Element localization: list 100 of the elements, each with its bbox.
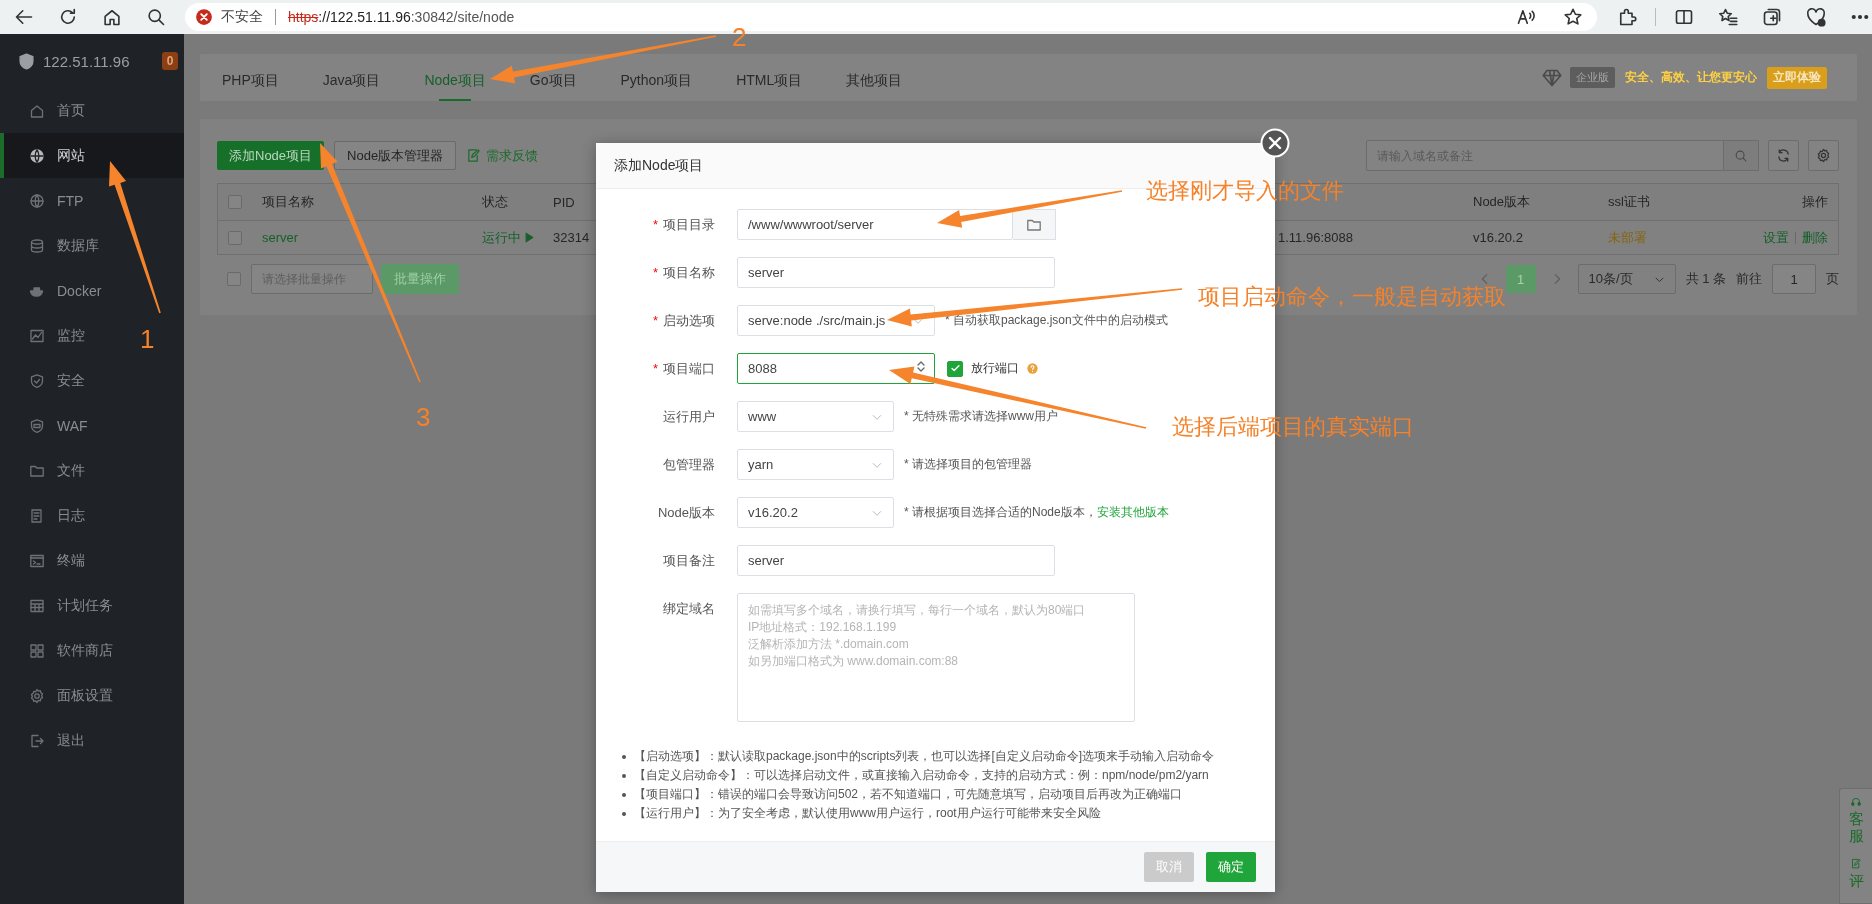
bullet-icon [622, 792, 626, 797]
table-cell-text: 未部署 [1608, 228, 1648, 247]
search-icon [1734, 148, 1748, 163]
sidebar-item[interactable]: 计划任务 [0, 583, 123, 628]
promo-slogan: 安全、高效、让您更安心 [1625, 69, 1757, 86]
tab[interactable]: PHP项目 [200, 54, 301, 101]
bullet-icon [622, 754, 626, 759]
logout-icon [29, 732, 45, 749]
notification-badge[interactable]: 0 [162, 52, 178, 70]
tab[interactable]: Go项目 [507, 54, 599, 101]
checkbox[interactable] [228, 195, 242, 209]
checkbox[interactable] [227, 272, 241, 286]
sidebar-item[interactable]: 安全 [0, 358, 95, 403]
checkbox[interactable] [228, 230, 242, 245]
sidebar-item[interactable]: 软件商店 [0, 628, 123, 673]
sidebar-item[interactable]: 终端 [0, 538, 95, 583]
sidebar-item[interactable]: 网站 [0, 133, 184, 178]
field-hint: * 无特殊需求请选择www用户 [904, 408, 1058, 425]
select-field[interactable]: yarn [737, 449, 894, 480]
edit-icon [466, 148, 482, 163]
page-input[interactable]: 1 [1772, 264, 1816, 294]
status-cell: 运行中 [482, 228, 553, 247]
confirm-button[interactable]: 确定 [1206, 852, 1256, 882]
address-text[interactable]: https://122.51.11.96:30842/site/node [288, 9, 515, 25]
sidebar-item[interactable]: 退出 [0, 718, 95, 763]
table-cell-text: 1.11.96:8088 [1278, 230, 1354, 245]
sidebar-item[interactable]: Docker [0, 268, 112, 313]
version-manager-button[interactable]: Node版本管理器 [334, 141, 457, 170]
input-field[interactable]: 8088 [737, 353, 935, 384]
tab[interactable]: Java项目 [300, 54, 403, 101]
add-project-button[interactable]: 添加Node项目 [217, 141, 325, 170]
install-link[interactable]: 安装其他版本 [1096, 505, 1169, 519]
field-label: 运行用户 [662, 408, 715, 426]
checkmark-icon [949, 363, 961, 374]
read-aloud-icon[interactable] [1516, 7, 1536, 27]
field-label: * 项目名称 [651, 264, 715, 282]
edition-badge: 企业版 [1570, 67, 1615, 88]
puzzle-icon[interactable] [1617, 7, 1637, 27]
annotation-label: 3 [416, 404, 431, 430]
warning-icon [195, 8, 213, 26]
domain-textarea[interactable]: 如需填写多个域名，请换行填写，每行一个域名，默认为80端口 IP地址格式：192.168.1.199 泛解析添加方法 *.domain.com 如另加端口格式为 www.domain.com:88 [737, 593, 1135, 722]
sidebar-item[interactable]: 监控 [0, 313, 95, 358]
close-icon[interactable] [1260, 128, 1290, 158]
sidebar-item[interactable]: 日志 [0, 493, 95, 538]
select-field[interactable]: serve:node ./src/main.js [737, 305, 935, 336]
refresh-icon[interactable] [58, 7, 78, 27]
sidebar-item[interactable]: FTP [0, 178, 94, 223]
globe-icon [29, 192, 45, 209]
home-icon[interactable] [102, 7, 122, 27]
checkbox-label: 放行端口 [971, 360, 1019, 377]
settings-icon [29, 687, 45, 704]
document-icon [29, 507, 45, 524]
input-field[interactable]: server [737, 257, 1055, 288]
annotation-label: 1 [140, 326, 155, 352]
search-icon[interactable] [146, 7, 166, 27]
tab[interactable]: Python项目 [598, 54, 715, 101]
shield-icon [29, 417, 45, 434]
field-label: 项目备注 [662, 552, 715, 570]
sidebar-item[interactable]: 数据库 [0, 223, 109, 268]
field-label: * 项目端口 [651, 360, 715, 378]
select-field[interactable]: www [737, 401, 894, 432]
health-icon[interactable] [1806, 7, 1826, 27]
field-label: Node版本 [656, 504, 715, 522]
field-label: * 项目目录 [651, 216, 715, 234]
tab[interactable]: 其他项目 [824, 54, 925, 101]
sidebar-item[interactable]: WAF [0, 403, 98, 448]
refresh-button[interactable] [1768, 140, 1799, 171]
page-size-select[interactable]: 10条/页 [1577, 264, 1676, 294]
column-header: 项目名称 [262, 193, 315, 211]
column-header: PID [553, 194, 576, 210]
checkbox[interactable] [947, 360, 963, 377]
globe-icon [29, 147, 45, 164]
calendar-icon [29, 597, 45, 614]
collections-icon[interactable] [1762, 7, 1782, 27]
refresh-icon [1776, 148, 1791, 163]
bullet-icon [622, 811, 626, 816]
star-icon[interactable] [1563, 7, 1583, 27]
field-hint: * 请选择项目的包管理器 [904, 456, 1032, 473]
input-field[interactable]: /www/wwwroot/server [737, 209, 1013, 240]
chart-icon [29, 327, 45, 344]
split-screen-icon[interactable] [1674, 7, 1694, 27]
security-label: 不安全 [221, 8, 263, 26]
settings-button[interactable] [1808, 140, 1839, 171]
select-field[interactable]: v16.20.2 [737, 497, 894, 528]
page-label: 页 [1826, 270, 1839, 288]
field-label: 绑定域名 [662, 600, 715, 618]
sidebar-item[interactable]: 首页 [0, 88, 95, 133]
input-field[interactable]: server [737, 545, 1055, 576]
favorites-icon[interactable] [1718, 7, 1738, 27]
back-icon[interactable] [14, 7, 34, 27]
sidebar-item[interactable]: 面板设置 [0, 673, 123, 718]
note-text: 【启动选项】：默认读取package.json中的scripts列表，也可以选择[自定义启动命令]选项来手动输入启动命令 [634, 748, 1215, 765]
note-text: 【运行用户】：为了安全考虑，默认使用www用户运行，root用户运行可能带来安全风险 [634, 805, 1101, 822]
grid-icon [29, 642, 45, 659]
column-header: 状态 [482, 193, 509, 211]
tab[interactable]: HTML项目 [714, 54, 825, 101]
field-label: 包管理器 [662, 456, 715, 474]
folder-button[interactable] [1013, 209, 1056, 240]
sidebar-item[interactable]: 文件 [0, 448, 95, 493]
spinner-icon[interactable] [916, 360, 926, 373]
